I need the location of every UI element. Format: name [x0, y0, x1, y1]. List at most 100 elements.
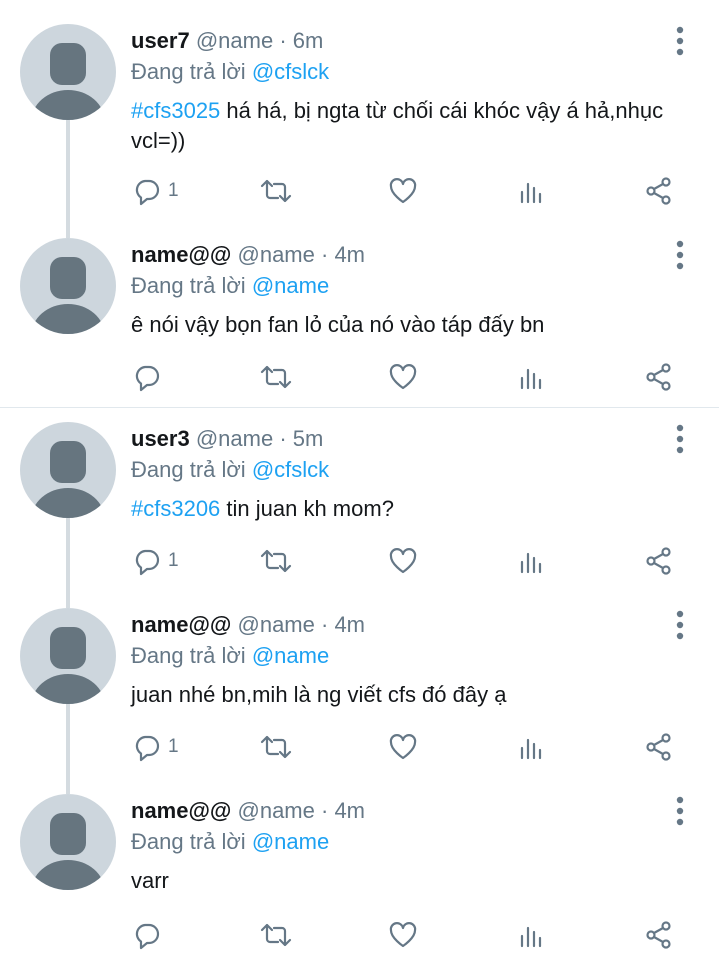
reply-button[interactable]: 1	[132, 541, 179, 581]
like-button[interactable]	[388, 541, 418, 581]
share-icon	[646, 363, 671, 391]
retweet-icon	[260, 179, 292, 203]
like-button[interactable]	[388, 727, 418, 767]
display-name[interactable]: name@@	[131, 798, 231, 823]
tweet[interactable]: name@@ @name · 4m Đang trả lời @name ê n…	[0, 214, 719, 407]
tweet-body: juan nhé bn,mih là ng viết cfs đó đây ạ	[131, 682, 507, 707]
retweet-icon	[260, 365, 292, 389]
analytics-button[interactable]	[518, 171, 546, 211]
reply-icon	[135, 179, 160, 206]
avatar[interactable]	[20, 24, 116, 120]
share-button[interactable]	[644, 727, 674, 767]
action-bar: 1	[0, 171, 719, 211]
analytics-button[interactable]	[518, 541, 546, 581]
tweet-body: tin juan kh mom?	[220, 496, 394, 521]
more-options-button[interactable]	[665, 422, 695, 458]
retweet-button[interactable]	[259, 915, 293, 955]
reply-count: 1	[168, 736, 179, 757]
analytics-icon	[520, 368, 542, 390]
retweet-icon	[260, 923, 292, 947]
mention-link[interactable]: @cfslck	[252, 457, 329, 482]
more-options-button[interactable]	[665, 794, 695, 830]
tweet-header: user7 @name · 6m	[131, 28, 324, 53]
reply-icon	[135, 923, 160, 950]
avatar[interactable]	[20, 238, 116, 334]
replying-to-label: Đang trả lời	[131, 829, 246, 854]
heart-icon	[389, 734, 417, 760]
replying-to: Đang trả lời @name	[131, 272, 329, 300]
retweet-icon	[260, 549, 292, 573]
analytics-button[interactable]	[518, 727, 546, 767]
tweet-text: #cfs3206 tin juan kh mom?	[131, 494, 676, 524]
analytics-icon	[520, 552, 542, 574]
analytics-icon	[520, 182, 542, 204]
tweet-header: user3 @name · 5m	[131, 426, 324, 451]
more-vertical-icon	[676, 610, 684, 640]
tweet[interactable]: user7 @name · 6m Đang trả lời @cfslck #c…	[0, 0, 719, 220]
tweet-body: ê nói vậy bọn fan lỏ của nó vào táp đấy …	[131, 312, 545, 337]
share-button[interactable]	[644, 541, 674, 581]
tweet-text: varr	[131, 866, 676, 896]
share-button[interactable]	[644, 915, 674, 955]
user-handle: @name	[237, 612, 315, 637]
timestamp[interactable]: 4m	[334, 242, 365, 267]
share-button[interactable]	[644, 357, 674, 397]
analytics-button[interactable]	[518, 357, 546, 397]
action-bar	[0, 915, 719, 955]
reply-button[interactable]: 1	[132, 727, 179, 767]
replying-to: Đang trả lời @name	[131, 828, 329, 856]
more-options-button[interactable]	[665, 238, 695, 274]
like-button[interactable]	[388, 915, 418, 955]
display-name[interactable]: user3	[131, 426, 190, 451]
more-options-button[interactable]	[665, 24, 695, 60]
action-bar	[0, 357, 719, 397]
avatar[interactable]	[20, 794, 116, 890]
like-button[interactable]	[388, 171, 418, 211]
timestamp[interactable]: 5m	[293, 426, 324, 451]
reply-button[interactable]	[132, 915, 168, 955]
share-icon	[646, 921, 671, 949]
mention-link[interactable]: @name	[252, 273, 329, 298]
analytics-icon	[520, 738, 542, 760]
tweet[interactable]: name@@ @name · 4m Đang trả lời @name var…	[0, 770, 719, 964]
analytics-button[interactable]	[518, 915, 546, 955]
tweet-header: name@@ @name · 4m	[131, 612, 365, 637]
tweet-text: juan nhé bn,mih là ng viết cfs đó đây ạ	[131, 680, 676, 710]
display-name[interactable]: name@@	[131, 612, 231, 637]
mention-link[interactable]: @cfslck	[252, 59, 329, 84]
retweet-button[interactable]	[259, 541, 293, 581]
tweet[interactable]: name@@ @name · 4m Đang trả lời @name jua…	[0, 584, 719, 780]
retweet-button[interactable]	[259, 357, 293, 397]
reply-button[interactable]: 1	[132, 171, 179, 211]
timestamp[interactable]: 6m	[293, 28, 324, 53]
avatar[interactable]	[20, 608, 116, 704]
heart-icon	[389, 178, 417, 204]
like-button[interactable]	[388, 357, 418, 397]
tweet-header: name@@ @name · 4m	[131, 242, 365, 267]
timestamp[interactable]: 4m	[334, 612, 365, 637]
share-icon	[646, 547, 671, 575]
retweet-button[interactable]	[259, 727, 293, 767]
display-name[interactable]: name@@	[131, 242, 231, 267]
mention-link[interactable]: @name	[252, 829, 329, 854]
heart-icon	[389, 922, 417, 948]
hashtag-link[interactable]: #cfs3025	[131, 98, 220, 123]
avatar[interactable]	[20, 422, 116, 518]
analytics-icon	[520, 926, 542, 948]
timestamp[interactable]: 4m	[334, 798, 365, 823]
more-options-button[interactable]	[665, 608, 695, 644]
hashtag-link[interactable]: #cfs3206	[131, 496, 220, 521]
display-name[interactable]: user7	[131, 28, 190, 53]
share-button[interactable]	[644, 171, 674, 211]
retweet-icon	[260, 735, 292, 759]
reply-icon	[135, 365, 160, 392]
retweet-button[interactable]	[259, 171, 293, 211]
share-icon	[646, 733, 671, 761]
replying-to: Đang trả lời @cfslck	[131, 58, 329, 86]
reply-count: 1	[168, 180, 179, 201]
reply-button[interactable]	[132, 357, 168, 397]
heart-icon	[389, 548, 417, 574]
tweet[interactable]: user3 @name · 5m Đang trả lời @cfslck #c…	[0, 398, 719, 594]
replying-to: Đang trả lời @cfslck	[131, 456, 329, 484]
mention-link[interactable]: @name	[252, 643, 329, 668]
